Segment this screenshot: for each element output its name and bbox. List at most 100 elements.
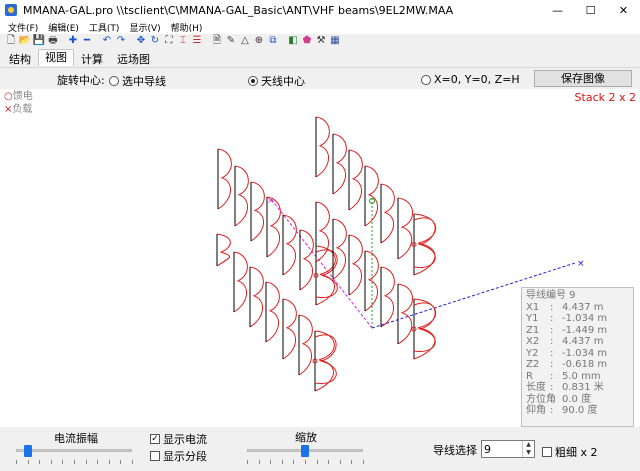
maximize-button[interactable]: ☐ <box>574 0 607 20</box>
wire-info-title: 导线编号 9 <box>526 290 576 301</box>
tab-bar: 结构 视图 计算 远场图 <box>0 49 157 66</box>
triangle-icon[interactable]: △ <box>239 35 251 47</box>
stack-label: Stack 2 x 2 <box>574 91 636 104</box>
edit-icon[interactable]: ✎ <box>225 35 237 47</box>
wire-info-value: 0.831 米 <box>562 382 604 393</box>
save-image-button[interactable]: 保存图像 <box>534 70 632 87</box>
slider-tick <box>108 460 110 464</box>
shape-icon[interactable]: ◧ <box>287 35 299 47</box>
menu-tools[interactable]: 工具(T) <box>84 21 125 34</box>
zoom-label: 缩放 <box>295 431 317 444</box>
rotation-center-label: 旋转中心: <box>57 74 105 87</box>
slider-tick <box>351 460 353 464</box>
wire-info-value: 0.0 度 <box>562 393 592 405</box>
wire-info-sep: : <box>550 370 554 382</box>
radio-label: X=0, Y=0, Z=H <box>434 73 520 86</box>
new-file-icon[interactable]: 🗋 <box>5 35 17 47</box>
move-icon[interactable]: ✥ <box>135 35 147 47</box>
wire-info-row: 长度:0.831 米 <box>526 382 629 394</box>
radio-selected-wire[interactable]: 选中导线 <box>109 73 166 89</box>
remove-icon[interactable]: ━ <box>81 35 93 47</box>
current-curve <box>299 229 314 291</box>
radio-antenna-center[interactable]: 天线中心 <box>248 73 305 89</box>
spin-down-icon[interactable]: ▼ <box>523 449 534 457</box>
wire-info-rows: X1:4.437 m Y1: -1.034 m Z1: -1.449 m X2:4.437… <box>526 302 629 417</box>
wire-list-icon[interactable]: ☰ <box>191 35 203 47</box>
wire-select-value[interactable]: 9 <box>484 443 491 456</box>
undo-icon[interactable]: ↶ <box>101 35 113 47</box>
spin-up-icon[interactable]: ▲ <box>523 441 534 449</box>
copy-icon[interactable]: ⧉ <box>267 35 279 47</box>
current-curve <box>265 281 280 343</box>
slider-tick <box>50 460 52 464</box>
add-icon[interactable]: ✚ <box>67 35 79 47</box>
slider-tick <box>339 460 341 464</box>
zoom-slider[interactable] <box>301 445 309 457</box>
segment-icon[interactable]: ⌶ <box>177 35 189 47</box>
tab-view[interactable]: 视图 <box>38 49 74 66</box>
wire-info-row: Y2: -1.034 m <box>526 348 629 360</box>
tools-icon[interactable]: ⚒ <box>315 35 327 47</box>
current-curve <box>233 251 248 313</box>
menu-help[interactable]: 帮助(H) <box>166 21 208 34</box>
show-segments-checkbox[interactable]: 显示分段 <box>150 448 207 464</box>
current-curve <box>348 234 363 296</box>
slider-tick <box>363 460 364 464</box>
print-icon[interactable]: 🖶 <box>47 35 59 47</box>
wire-info-key: Z2 <box>526 359 540 370</box>
tab-geometry[interactable]: 结构 <box>2 51 38 66</box>
wire-info-sep: : <box>550 347 554 359</box>
current-curve <box>332 133 347 195</box>
antenna-3d-view[interactable]: × × ○馈电 ×负载 Stack 2 x 2 导线编号 9 X1:4.437 m… <box>0 89 640 427</box>
view-legend: ○馈电 ×负载 <box>4 90 33 116</box>
current-amplitude-track[interactable] <box>16 449 132 452</box>
open-folder-icon[interactable]: 📂 <box>19 35 31 47</box>
calculator-icon[interactable]: ▦ <box>329 35 341 47</box>
bottom-controls: 电流振幅 ✓ 显示电流 显示分段 缩放 导线选择 9 ▲ ▼ 粗细 x 2 <box>0 427 640 471</box>
current-curve <box>348 149 363 211</box>
wire-info-row: Y1: -1.034 m <box>526 313 629 325</box>
slider-tick <box>97 460 99 464</box>
color-icon[interactable]: ⬟ <box>301 35 313 47</box>
minimize-button[interactable]: — <box>541 0 574 20</box>
wire-info-sep: : <box>550 359 554 370</box>
rotate-icon[interactable]: ↻ <box>149 35 161 47</box>
target-icon[interactable]: ⊕ <box>253 35 265 47</box>
current-curve <box>315 245 336 306</box>
tab-far-field[interactable]: 远场图 <box>110 51 157 66</box>
slider-tick <box>293 460 295 464</box>
close-button[interactable]: ✕ <box>607 0 640 20</box>
save-icon[interactable]: 💾 <box>33 35 45 47</box>
slider-tick <box>39 460 41 464</box>
wire-select-spinner[interactable]: 9 ▲ ▼ <box>481 440 535 458</box>
current-amplitude-slider[interactable] <box>23 445 32 457</box>
bold-x2-checkbox[interactable]: 粗细 x 2 <box>542 444 598 460</box>
wire-info-value: -1.449 m <box>562 324 608 336</box>
wire-info-key: 仰角 <box>526 405 546 416</box>
document-icon[interactable]: 🗎 <box>211 35 223 47</box>
wire-info-panel: 导线编号 9 X1:4.437 m Y1: -1.034 m Z1: -1.449 mX… <box>521 287 634 427</box>
redo-icon[interactable]: ↷ <box>115 35 127 47</box>
show-current-checkbox[interactable]: ✓ 显示电流 <box>150 431 207 447</box>
wire-info-row: X2:4.437 m <box>526 336 629 348</box>
current-curve <box>216 233 231 267</box>
spinner-buttons: ▲ ▼ <box>522 441 534 457</box>
wire-info-sep: : <box>550 313 554 324</box>
current-curve <box>282 298 297 360</box>
wire-info-sep: : <box>550 405 554 416</box>
slider-tick <box>132 460 133 464</box>
bold-x2-label: 粗细 x 2 <box>555 446 598 459</box>
tab-compute[interactable]: 计算 <box>74 51 110 66</box>
menu-edit[interactable]: 编辑(E) <box>43 21 84 34</box>
radio-origin[interactable]: X=0, Y=0, Z=H <box>421 73 520 86</box>
wire-select-label: 导线选择 <box>433 444 477 457</box>
menu-view[interactable]: 显示(V) <box>124 21 165 34</box>
slider-tick <box>247 460 248 464</box>
menu-file[interactable]: 文件(F) <box>3 21 43 34</box>
resize-icon[interactable]: ⛶ <box>163 35 175 47</box>
current-curve <box>413 213 437 276</box>
rotation-options: 旋转中心: 选中导线 天线中心 X=0, Y=0, Z=H 保存图像 <box>0 67 640 89</box>
app-logo-icon <box>5 4 17 16</box>
wire-info-value: -0.618 m <box>562 359 608 370</box>
current-curve <box>397 197 413 260</box>
